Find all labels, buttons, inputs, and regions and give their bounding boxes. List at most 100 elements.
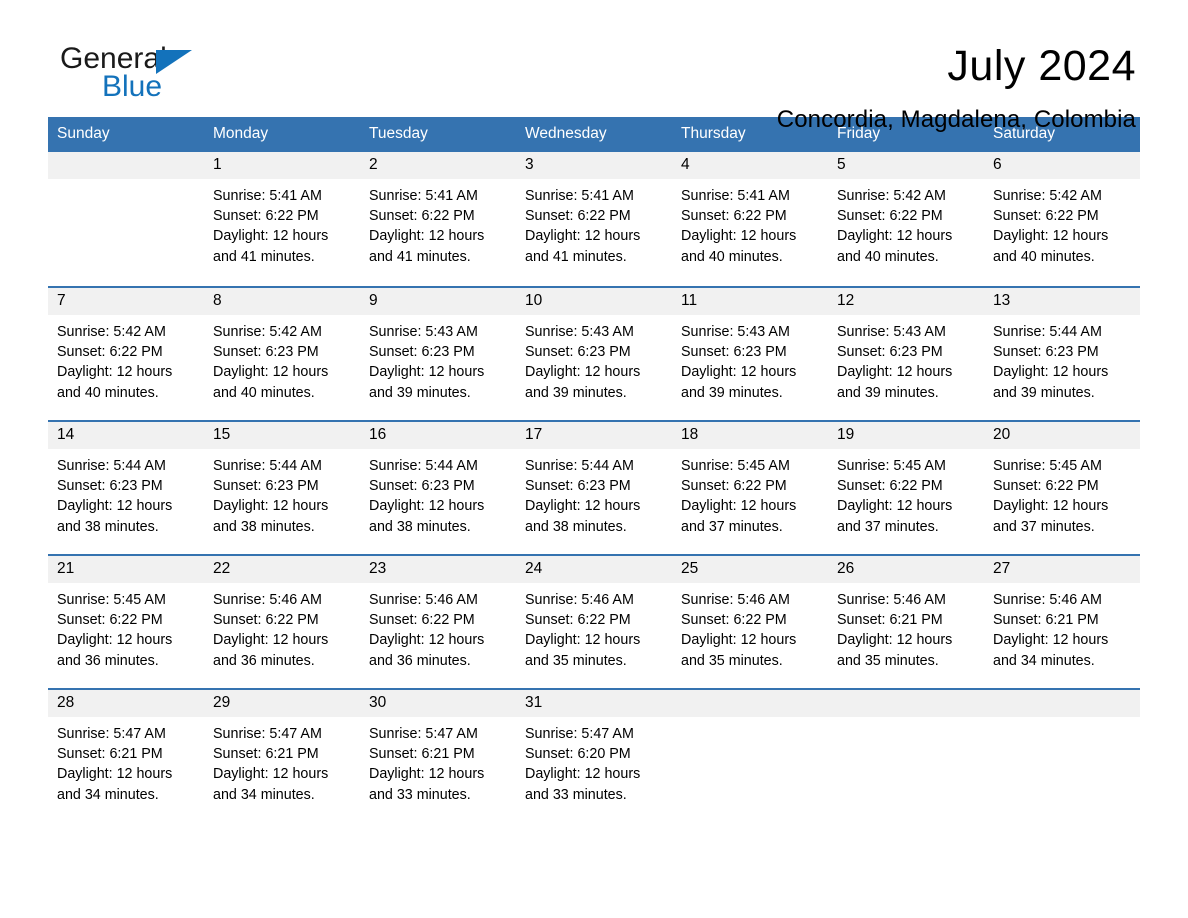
sunset-text: Sunset: 6:23 PM	[369, 344, 475, 361]
sunrise-text: Sunrise: 5:41 AM	[213, 188, 322, 204]
day-details: Sunrise: 5:47 AM Sunset: 6:21 PM Daylight:…	[360, 717, 516, 805]
day-details: Sunrise: 5:42 AM Sunset: 6:22 PM Daylight:…	[984, 179, 1140, 267]
daylight-text: Daylight: 12 hours and 34 minutes.	[213, 766, 329, 803]
daylight-text: Daylight: 12 hours and 38 minutes.	[369, 498, 485, 535]
day-details: Sunrise: 5:44 AM Sunset: 6:23 PM Daylight:…	[204, 449, 360, 537]
daylight-text: Daylight: 12 hours and 40 minutes.	[681, 228, 797, 265]
day-cell[interactable]: 25 Sunrise: 5:46 AM Sunset: 6:22 PM Dayligh…	[672, 556, 828, 688]
daylight-text: Daylight: 12 hours and 35 minutes.	[681, 632, 797, 669]
day-cell[interactable]: 29 Sunrise: 5:47 AM Sunset: 6:21 PM Dayligh…	[204, 690, 360, 822]
sunset-text: Sunset: 6:22 PM	[681, 208, 787, 225]
day-cell[interactable]: 6 Sunrise: 5:42 AM Sunset: 6:22 PM Daylight…	[984, 152, 1140, 286]
day-cell[interactable]: 9 Sunrise: 5:43 AM Sunset: 6:23 PM Daylight…	[360, 288, 516, 420]
sunset-text: Sunset: 6:23 PM	[369, 478, 475, 495]
daylight-text: Daylight: 12 hours and 40 minutes.	[57, 364, 173, 401]
day-cell[interactable]: 24 Sunrise: 5:46 AM Sunset: 6:22 PM Dayligh…	[516, 556, 672, 688]
sunrise-text: Sunrise: 5:45 AM	[993, 458, 1102, 474]
day-number: 25	[672, 556, 828, 583]
page-title: July 2024	[947, 42, 1136, 90]
sunrise-text: Sunrise: 5:46 AM	[993, 592, 1102, 608]
day-number: 21	[48, 556, 204, 583]
daylight-text: Daylight: 12 hours and 41 minutes.	[525, 228, 641, 265]
day-cell[interactable]: 23 Sunrise: 5:46 AM Sunset: 6:22 PM Dayligh…	[360, 556, 516, 688]
day-cell[interactable]: 19 Sunrise: 5:45 AM Sunset: 6:22 PM Dayligh…	[828, 422, 984, 554]
day-cell[interactable]: 4 Sunrise: 5:41 AM Sunset: 6:22 PM Daylight…	[672, 152, 828, 286]
day-number: 19	[828, 422, 984, 449]
sunrise-text: Sunrise: 5:43 AM	[369, 324, 478, 340]
day-number: 14	[48, 422, 204, 449]
weekday-header-monday: Monday	[213, 125, 269, 142]
logo-triangle-icon	[156, 50, 192, 74]
day-cell[interactable]: 26 Sunrise: 5:46 AM Sunset: 6:21 PM Dayligh…	[828, 556, 984, 688]
daylight-text: Daylight: 12 hours and 36 minutes.	[57, 632, 173, 669]
sunset-text: Sunset: 6:23 PM	[993, 344, 1099, 361]
daylight-text: Daylight: 12 hours and 37 minutes.	[993, 498, 1109, 535]
day-details: Sunrise: 5:41 AM Sunset: 6:22 PM Daylight:…	[204, 179, 360, 267]
day-cell[interactable]: 18 Sunrise: 5:45 AM Sunset: 6:22 PM Dayligh…	[672, 422, 828, 554]
week-row: 14 Sunrise: 5:44 AM Sunset: 6:23 PM Dayligh…	[48, 420, 1140, 554]
sunset-text: Sunset: 6:22 PM	[369, 208, 475, 225]
day-cell[interactable]: 8 Sunrise: 5:42 AM Sunset: 6:23 PM Daylight…	[204, 288, 360, 420]
day-cell[interactable]: 27 Sunrise: 5:46 AM Sunset: 6:21 PM Dayligh…	[984, 556, 1140, 688]
day-cell[interactable]: 12 Sunrise: 5:43 AM Sunset: 6:23 PM Dayligh…	[828, 288, 984, 420]
sunset-text: Sunset: 6:22 PM	[525, 208, 631, 225]
day-cell[interactable]: 15 Sunrise: 5:44 AM Sunset: 6:23 PM Dayligh…	[204, 422, 360, 554]
day-details: Sunrise: 5:44 AM Sunset: 6:23 PM Daylight:…	[984, 315, 1140, 403]
sunset-text: Sunset: 6:23 PM	[57, 478, 163, 495]
day-number: 15	[204, 422, 360, 449]
day-cell[interactable]: 17 Sunrise: 5:44 AM Sunset: 6:23 PM Dayligh…	[516, 422, 672, 554]
day-cell[interactable]: 30 Sunrise: 5:47 AM Sunset: 6:21 PM Dayligh…	[360, 690, 516, 822]
day-number: 1	[204, 152, 360, 179]
day-cell[interactable]: 31 Sunrise: 5:47 AM Sunset: 6:20 PM Dayligh…	[516, 690, 672, 822]
daylight-text: Daylight: 12 hours and 36 minutes.	[213, 632, 329, 669]
day-cell[interactable]: 20 Sunrise: 5:45 AM Sunset: 6:22 PM Dayligh…	[984, 422, 1140, 554]
day-cell[interactable]: 14 Sunrise: 5:44 AM Sunset: 6:23 PM Dayligh…	[48, 422, 204, 554]
day-number: 23	[360, 556, 516, 583]
day-details: Sunrise: 5:43 AM Sunset: 6:23 PM Daylight:…	[360, 315, 516, 403]
day-details: Sunrise: 5:44 AM Sunset: 6:23 PM Daylight:…	[360, 449, 516, 537]
day-cell[interactable]: 2 Sunrise: 5:41 AM Sunset: 6:22 PM Daylight…	[360, 152, 516, 286]
sunrise-text: Sunrise: 5:44 AM	[993, 324, 1102, 340]
sunset-text: Sunset: 6:23 PM	[213, 478, 319, 495]
logo-text-blue: Blue	[102, 70, 163, 103]
day-number: 26	[828, 556, 984, 583]
sunset-text: Sunset: 6:21 PM	[57, 746, 163, 763]
daylight-text: Daylight: 12 hours and 39 minutes.	[525, 364, 641, 401]
sunset-text: Sunset: 6:23 PM	[213, 344, 319, 361]
day-cell[interactable]: 28 Sunrise: 5:47 AM Sunset: 6:21 PM Dayligh…	[48, 690, 204, 822]
daylight-text: Daylight: 12 hours and 33 minutes.	[525, 766, 641, 803]
day-details: Sunrise: 5:43 AM Sunset: 6:23 PM Daylight:…	[516, 315, 672, 403]
weekday-header-friday: Friday	[837, 125, 881, 142]
week-row: 21 Sunrise: 5:45 AM Sunset: 6:22 PM Dayligh…	[48, 554, 1140, 688]
day-cell[interactable]: 3 Sunrise: 5:41 AM Sunset: 6:22 PM Daylight…	[516, 152, 672, 286]
day-cell[interactable]: 11 Sunrise: 5:43 AM Sunset: 6:23 PM Dayligh…	[672, 288, 828, 420]
day-number: 24	[516, 556, 672, 583]
week-row: 7 Sunrise: 5:42 AM Sunset: 6:22 PM Daylight…	[48, 286, 1140, 420]
daylight-text: Daylight: 12 hours and 37 minutes.	[681, 498, 797, 535]
sunrise-text: Sunrise: 5:46 AM	[525, 592, 634, 608]
day-details: Sunrise: 5:42 AM Sunset: 6:22 PM Daylight:…	[48, 315, 204, 403]
day-cell[interactable]: 16 Sunrise: 5:44 AM Sunset: 6:23 PM Dayligh…	[360, 422, 516, 554]
day-cell[interactable]: 21 Sunrise: 5:45 AM Sunset: 6:22 PM Dayligh…	[48, 556, 204, 688]
daylight-text: Daylight: 12 hours and 41 minutes.	[213, 228, 329, 265]
day-number: 18	[672, 422, 828, 449]
day-number: 2	[360, 152, 516, 179]
day-cell[interactable]: 7 Sunrise: 5:42 AM Sunset: 6:22 PM Daylight…	[48, 288, 204, 420]
day-number: 31	[516, 690, 672, 717]
day-cell[interactable]: 5 Sunrise: 5:42 AM Sunset: 6:22 PM Daylight…	[828, 152, 984, 286]
day-cell[interactable]: 1 Sunrise: 5:41 AM Sunset: 6:22 PM Daylight…	[204, 152, 360, 286]
sunset-text: Sunset: 6:21 PM	[837, 612, 943, 629]
day-cell[interactable]: 13 Sunrise: 5:44 AM Sunset: 6:23 PM Dayligh…	[984, 288, 1140, 420]
sunset-text: Sunset: 6:22 PM	[681, 478, 787, 495]
day-cell[interactable]: 10 Sunrise: 5:43 AM Sunset: 6:23 PM Dayligh…	[516, 288, 672, 420]
day-number	[48, 152, 204, 179]
sunrise-text: Sunrise: 5:43 AM	[681, 324, 790, 340]
calendar-grid: Sunday Monday Tuesday Wednesday Thursday Frid…	[48, 117, 1140, 822]
sunrise-text: Sunrise: 5:47 AM	[57, 726, 166, 742]
sunset-text: Sunset: 6:22 PM	[369, 612, 475, 629]
day-cell[interactable]: 22 Sunrise: 5:46 AM Sunset: 6:22 PM Dayligh…	[204, 556, 360, 688]
sunrise-text: Sunrise: 5:43 AM	[525, 324, 634, 340]
day-number: 10	[516, 288, 672, 315]
sunset-text: Sunset: 6:23 PM	[681, 344, 787, 361]
sunrise-text: Sunrise: 5:46 AM	[369, 592, 478, 608]
